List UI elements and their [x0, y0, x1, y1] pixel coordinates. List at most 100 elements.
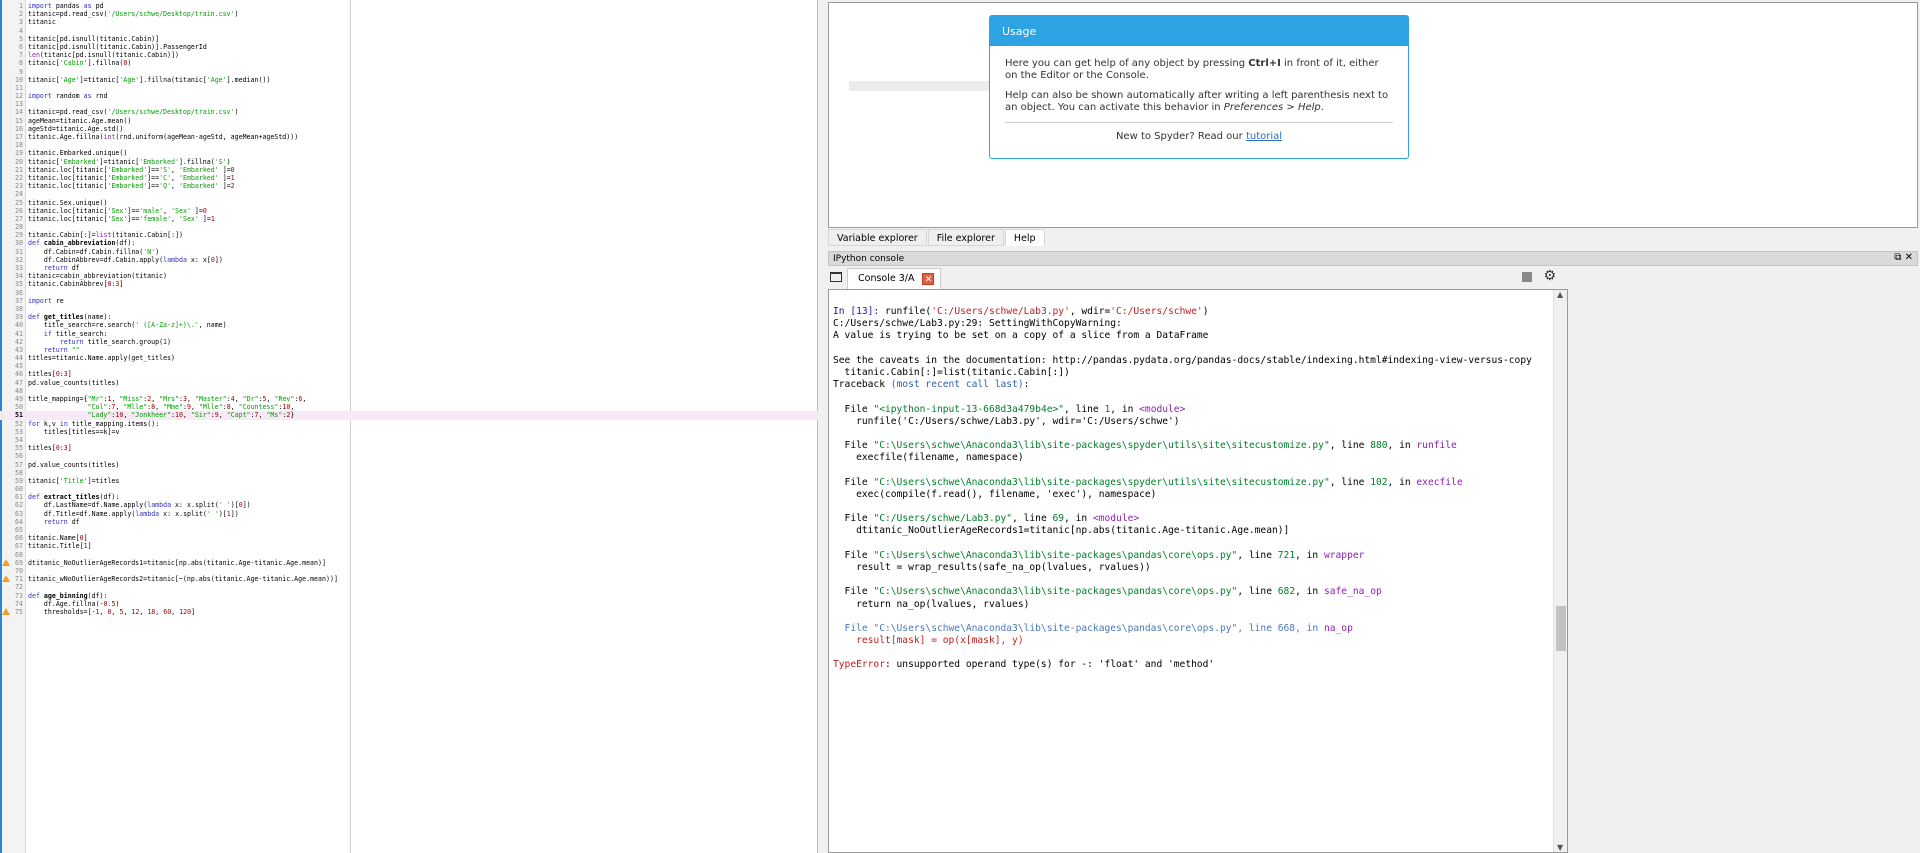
- code-line[interactable]: 66 titanic.Name[0]: [0, 534, 818, 542]
- code-line[interactable]: 48: [0, 387, 818, 395]
- code-line[interactable]: 17 titanic.Age.fillna(int(rnd.uniform(age…: [0, 133, 818, 141]
- code-line[interactable]: 39 def get_titles(name):: [0, 313, 818, 321]
- divider: [1005, 122, 1393, 123]
- code-line[interactable]: 67 titanic.Title[1]: [0, 542, 818, 550]
- code-line[interactable]: 42 return title_search.group(1): [0, 338, 818, 346]
- code-line[interactable]: 46 titles[0:3]: [0, 370, 818, 378]
- code-line[interactable]: 26 titanic.loc[titanic['Sex']=='male', 'S…: [0, 207, 818, 215]
- line-number: 2: [19, 10, 23, 19]
- code-line[interactable]: 37 import re: [0, 297, 818, 305]
- code-line[interactable]: 50 "Col":7, "Mlle":8, "Mme":9, "Mlle":8,…: [0, 403, 818, 411]
- tab-variable-explorer[interactable]: Variable explorer: [828, 229, 927, 246]
- code-line[interactable]: 1 import pandas as pd: [0, 2, 818, 10]
- code-lines[interactable]: 1 import pandas as pd 2 titanic=pd.read_csv…: [0, 2, 818, 616]
- code-line[interactable]: 16 ageStd=titanic.Age.std(): [0, 125, 818, 133]
- code-line[interactable]: 31 df.Cabin=df.Cabin.fillna('N'): [0, 248, 818, 256]
- code-line[interactable]: 12 import random as rnd: [0, 92, 818, 100]
- code-line[interactable]: 57 pd.value_counts(titles): [0, 461, 818, 469]
- code-line[interactable]: 8 titanic['Cabin'].fillna(0): [0, 59, 818, 67]
- code-line[interactable]: 21 titanic.loc[titanic['Embarked']=='S', …: [0, 166, 818, 174]
- browse-tabs-icon[interactable]: [830, 272, 842, 282]
- code-line[interactable]: 58: [0, 469, 818, 477]
- code-line[interactable]: 62 df.LastName=df.Name.apply(lambda x: x…: [0, 501, 818, 509]
- code-line[interactable]: 63 df.Title=df.Name.apply(lambda x: x.sp…: [0, 510, 818, 518]
- code-line[interactable]: 28: [0, 223, 818, 231]
- code-line[interactable]: 69 dtitanic_NoOutlierAgeRecords1=titanic[…: [0, 558, 818, 567]
- code-line[interactable]: 34 titanic=cabin_abbreviation(titanic): [0, 272, 818, 280]
- console-output[interactable]: In [13]: runfile('C:/Users/schwe/Lab3.py…: [828, 289, 1568, 853]
- code-line[interactable]: 22 titanic.loc[titanic['Embarked']=='C', …: [0, 174, 818, 182]
- code-line[interactable]: 10 titanic['Age']=titanic['Age'].fillna(t…: [0, 76, 818, 84]
- code-line[interactable]: 29 titanic.Cabin[:]=list(titanic.Cabin[:]…: [0, 231, 818, 239]
- code-line[interactable]: 59 titanic['Title']=titles: [0, 477, 818, 485]
- code-line[interactable]: 75 thresholds=[-1, 0, 5, 12, 18, 60, 120…: [0, 607, 818, 616]
- code-line[interactable]: 70: [0, 567, 818, 575]
- scrollbar-thumb[interactable]: [1556, 606, 1566, 651]
- code-line[interactable]: 27 titanic.loc[titanic['Sex']=='female', …: [0, 215, 818, 223]
- code-line[interactable]: 7 len(titanic[pd.isnull(titanic.Cabin)]): [0, 51, 818, 59]
- code-line[interactable]: 19 titanic.Embarked.unique(): [0, 149, 818, 157]
- code-line[interactable]: 54: [0, 436, 818, 444]
- code-line[interactable]: 49 title_mapping={"Mr":1, "Miss":2, "Mrs"…: [0, 395, 818, 403]
- code-line[interactable]: 71 titanic_wNoOutlierAgeRecords2=titanic[…: [0, 575, 818, 583]
- code-line[interactable]: 44 titles=titanic.Name.apply(get_titles): [0, 354, 818, 362]
- code-line[interactable]: 52 for k,v in title_mapping.items():: [0, 420, 818, 428]
- code-line[interactable]: 56: [0, 452, 818, 460]
- code-line[interactable]: 11: [0, 84, 818, 92]
- code-line[interactable]: 2 titanic=pd.read_csv('/Users/schwe/Deskt…: [0, 10, 818, 18]
- code-line[interactable]: 32 df.CabinAbbrev=df.Cabin.apply(lambda …: [0, 256, 818, 264]
- stop-icon[interactable]: [1522, 272, 1532, 282]
- code-line[interactable]: 14 titanic=pd.read_csv('/Users/schwe/Desk…: [0, 108, 818, 116]
- code-line[interactable]: 68: [0, 551, 818, 559]
- code-line[interactable]: 38: [0, 305, 818, 313]
- code-line[interactable]: 60: [0, 485, 818, 493]
- code-line[interactable]: 13: [0, 100, 818, 108]
- code-line[interactable]: 73 def age_binning(df):: [0, 592, 818, 600]
- code-line[interactable]: 55 titles[0:3]: [0, 444, 818, 452]
- code-line[interactable]: 47 pd.value_counts(titles): [0, 379, 818, 387]
- scroll-up-icon[interactable]: ▲: [1557, 290, 1563, 299]
- tutorial-link[interactable]: tutorial: [1246, 131, 1282, 142]
- code-line[interactable]: 18: [0, 141, 818, 149]
- close-pane-icon[interactable]: ✕: [1905, 252, 1913, 263]
- code-line[interactable]: 41 if title_search:: [0, 330, 818, 338]
- gear-icon[interactable]: ⚙: [1543, 268, 1556, 284]
- code-line[interactable]: 61 def extract_titles(df):: [0, 493, 818, 501]
- code-line[interactable]: 9: [0, 68, 818, 76]
- scroll-down-icon[interactable]: ▼: [1557, 843, 1563, 852]
- console-line: See the caveats in the documentation: ht…: [833, 354, 1532, 366]
- code-line[interactable]: 40 title_search=re.search(' ([A-Za-z]+)\…: [0, 321, 818, 329]
- code-line[interactable]: 5 titanic[pd.isnull(titanic.Cabin)]: [0, 35, 818, 43]
- code-line[interactable]: 51 "Lady":10, "Jonkheer":10, "Sir":9, "C…: [0, 411, 818, 420]
- code-line[interactable]: 65: [0, 526, 818, 534]
- code-line[interactable]: 43 return "": [0, 346, 818, 354]
- code-editor[interactable]: 1 import pandas as pd 2 titanic=pd.read_csv…: [0, 0, 818, 853]
- code-line[interactable]: 6 titanic[pd.isnull(titanic.Cabin)].Passe…: [0, 43, 818, 51]
- line-number: 10: [15, 75, 23, 84]
- tab-help[interactable]: Help: [1004, 229, 1045, 246]
- code-line[interactable]: 4: [0, 27, 818, 35]
- code-line[interactable]: 53 titles[titles==k]=v: [0, 428, 818, 436]
- code-line[interactable]: 74 df.Age.fillna(-0.5): [0, 600, 818, 608]
- code-line[interactable]: 3 titanic: [0, 18, 818, 26]
- code-line[interactable]: 36: [0, 289, 818, 297]
- code-line[interactable]: 25 titanic.Sex.unique(): [0, 199, 818, 207]
- code-line[interactable]: 64 return df: [0, 518, 818, 526]
- code-line[interactable]: 30 def cabin_abbreviation(df):: [0, 239, 818, 247]
- code-line[interactable]: 35 titanic.CabinAbbrev[0:3]: [0, 280, 818, 288]
- code-line[interactable]: 24: [0, 190, 818, 198]
- console-scrollbar[interactable]: ▲ ▼: [1553, 290, 1567, 852]
- code-line[interactable]: 23 titanic.loc[titanic['Embarked']=='Q', …: [0, 182, 818, 190]
- code-line[interactable]: 45: [0, 362, 818, 370]
- code-line[interactable]: 15 ageMean=titanic.Age.mean(): [0, 117, 818, 125]
- code-text: import re: [28, 296, 64, 305]
- code-line[interactable]: 33 return df: [0, 264, 818, 272]
- close-console-icon[interactable]: ✕: [922, 273, 935, 285]
- code-line[interactable]: 72: [0, 583, 818, 591]
- tab-file-explorer[interactable]: File explorer: [927, 229, 1004, 246]
- code-line[interactable]: 20 titanic['Embarked']=titanic['Embarked'…: [0, 158, 818, 166]
- undock-icon[interactable]: ⧉: [1894, 252, 1901, 263]
- console-tab[interactable]: Console 3/A ✕: [847, 268, 942, 289]
